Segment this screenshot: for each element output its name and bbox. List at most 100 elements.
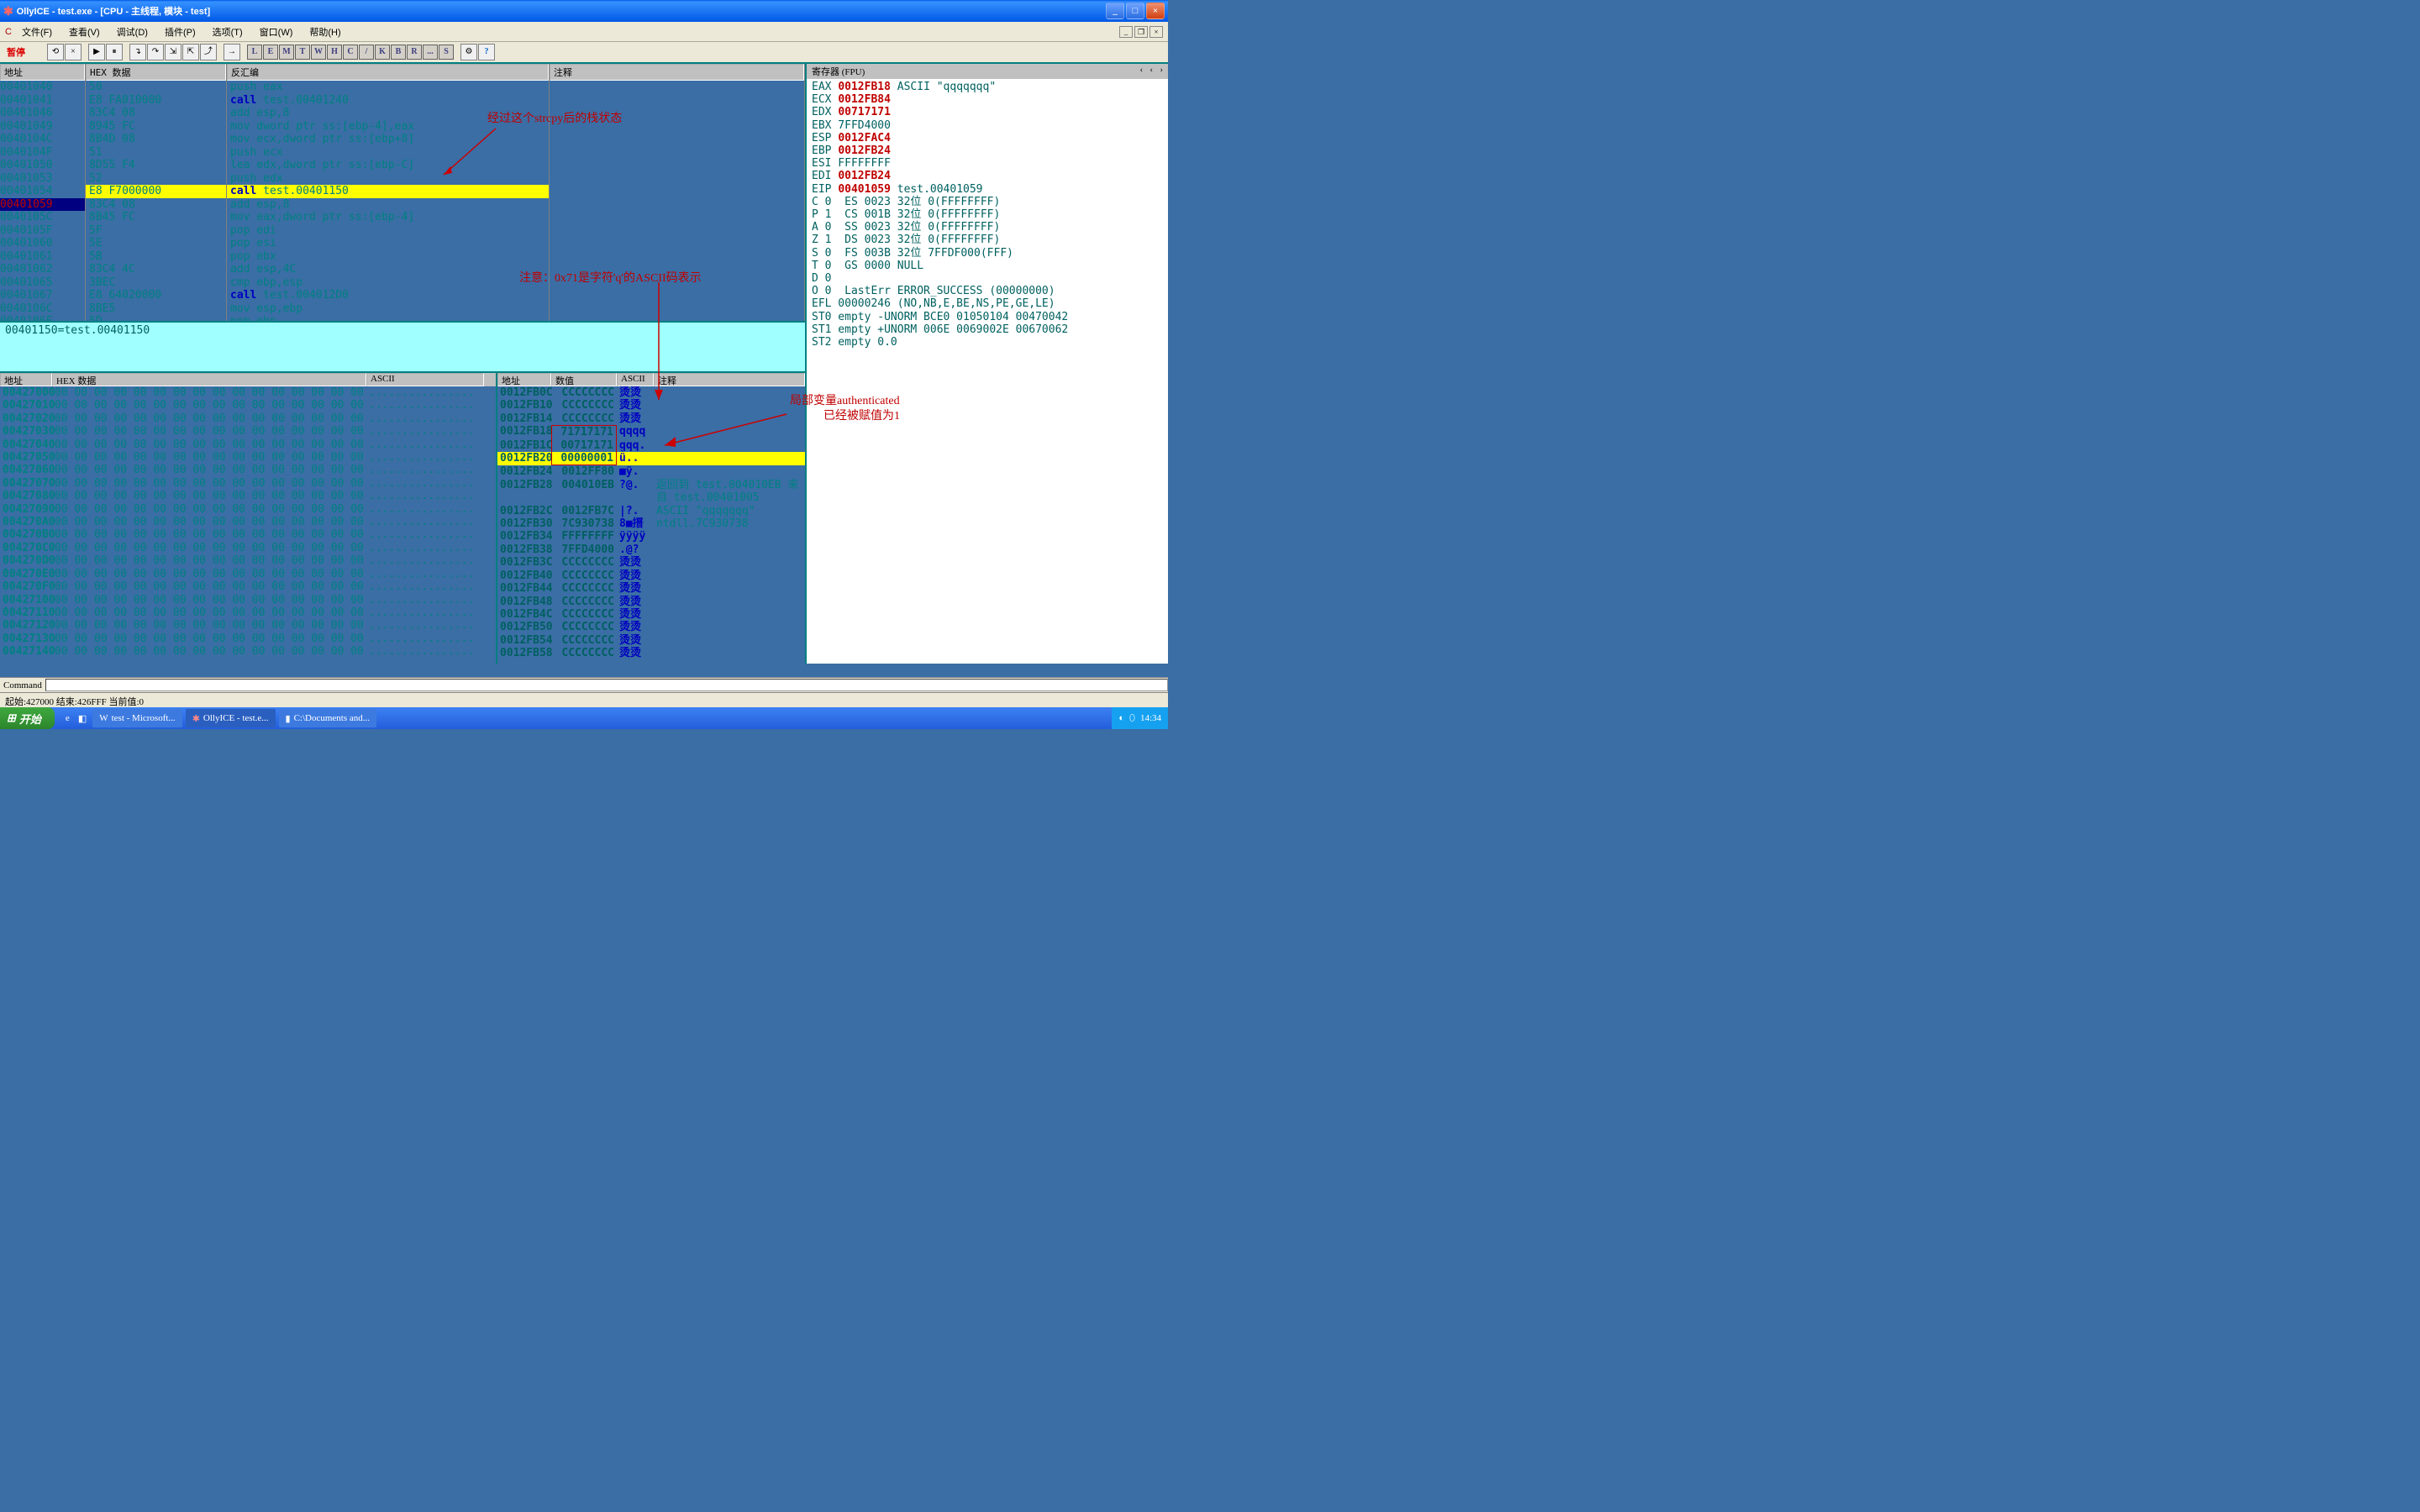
disasm-addr[interactable]: 00401065 [0, 276, 85, 290]
toolbar-letter-/[interactable]: / [359, 45, 374, 60]
mdi-icon[interactable]: C [5, 27, 12, 37]
register-line[interactable]: EAX 0012FB18 ASCII "qqqqqqq" [812, 81, 1163, 93]
mdi-close-button[interactable]: × [1150, 26, 1163, 38]
disasm-addr[interactable]: 0040105F [0, 224, 85, 238]
disasm-addr[interactable]: 0040104F [0, 146, 85, 160]
dump-row[interactable]: 0042712000 00 00 00 00 00 00 00 00 00 00… [0, 619, 496, 632]
stack-header-address[interactable]: 地址 [497, 373, 551, 386]
menu-options[interactable]: 选项(T) [206, 24, 250, 40]
dump-row[interactable]: 004270A000 00 00 00 00 00 00 00 00 00 00… [0, 516, 496, 528]
disasm-addr[interactable]: 0040104C [0, 133, 85, 146]
disasm-instruction[interactable]: call test.00401240 [227, 94, 549, 108]
stack-row[interactable]: 0012FB44CCCCCCCC烫烫 [497, 582, 805, 595]
dump-row[interactable]: 0042709000 00 00 00 00 00 00 00 00 00 00… [0, 503, 496, 516]
toolbar-letter-T[interactable]: T [295, 45, 310, 60]
stack-row[interactable]: 0012FB50CCCCCCCC烫烫 [497, 621, 805, 633]
register-line[interactable]: ESI FFFFFFFF [812, 157, 1163, 170]
dump-row[interactable]: 004270B000 00 00 00 00 00 00 00 00 00 00… [0, 528, 496, 541]
toolbar-letter-...[interactable]: ... [423, 45, 438, 60]
stack-row[interactable]: 0012FB54CCCCCCCC烫烫 [497, 634, 805, 647]
toolbar-stepinto-button[interactable]: ↴ [129, 44, 146, 60]
disasm-hex[interactable]: 3BEC [86, 276, 226, 290]
disasm-header-disassembly[interactable]: 反汇编 [227, 64, 549, 81]
disasm-addr[interactable]: 00401050 [0, 159, 85, 172]
disasm-hex[interactable]: 5F [86, 224, 226, 238]
register-line[interactable]: D 0 [812, 272, 1163, 285]
dump-header-address[interactable]: 地址 [0, 373, 52, 386]
disasm-instruction[interactable]: mov ecx,dword ptr ss:[ebp+8] [227, 133, 549, 146]
dump-row[interactable]: 0042704000 00 00 00 00 00 00 00 00 00 00… [0, 438, 496, 451]
disasm-addr[interactable]: 00401054 [0, 185, 85, 198]
dump-row[interactable]: 0042701000 00 00 00 00 00 00 00 00 00 00… [0, 399, 496, 412]
toolbar-letter-C[interactable]: C [343, 45, 358, 60]
stack-row[interactable]: 0012FB240012FF80■ÿ. [497, 465, 805, 478]
system-tray[interactable]: ◐ ⬯ 14:34 [1112, 707, 1168, 729]
dump-header-hex[interactable]: HEX 数据 [52, 373, 366, 386]
stack-row[interactable]: 0012FB40CCCCCCCC烫烫 [497, 570, 805, 582]
disasm-hex[interactable]: 51 [86, 146, 226, 160]
dump-row[interactable]: 0042705000 00 00 00 00 00 00 00 00 00 00… [0, 451, 496, 464]
disasm-instruction[interactable]: mov esp,ebp [227, 302, 549, 316]
disasm-addr[interactable]: 00401053 [0, 172, 85, 186]
stack-row[interactable]: 0012FB14CCCCCCCC烫烫 [497, 412, 805, 425]
quicklaunch-ie-icon[interactable]: e [63, 709, 72, 727]
dump-row[interactable]: 0042703000 00 00 00 00 00 00 00 00 00 00… [0, 425, 496, 438]
register-line[interactable]: ESP 0012FAC4 [812, 132, 1163, 144]
disasm-hex[interactable]: 83C4 4C [86, 263, 226, 276]
register-line[interactable]: Z 1 DS 0023 32位 0(FFFFFFFF) [812, 234, 1163, 246]
stack-header-comment[interactable]: 注释 [654, 373, 805, 386]
command-input[interactable] [45, 679, 1168, 691]
stack-row[interactable]: 0012FB28004010EB?@.返回到 test.004010EB 来自 … [497, 479, 805, 505]
menu-plugins[interactable]: 插件(P) [158, 24, 203, 40]
dump-row[interactable]: 004270D000 00 00 00 00 00 00 00 00 00 00… [0, 554, 496, 567]
toolbar-help-button[interactable]: ? [478, 44, 495, 60]
disasm-hex[interactable]: 5B [86, 250, 226, 264]
disasm-instruction[interactable]: push ecx [227, 146, 549, 160]
disasm-hex[interactable]: 83C4 08 [86, 107, 226, 120]
register-line[interactable]: EBX 7FFD4000 [812, 119, 1163, 132]
toolbar-letter-B[interactable]: B [391, 45, 406, 60]
toolbar-letter-L[interactable]: L [247, 45, 262, 60]
toolbar-traceinto-button[interactable]: ⇲ [165, 44, 182, 60]
disasm-addr[interactable]: 00401046 [0, 107, 85, 120]
disasm-addr[interactable]: 0040106E [0, 315, 85, 321]
stack-row[interactable]: 0012FB1871717171qqqq [497, 425, 805, 438]
dump-row[interactable]: 0042708000 00 00 00 00 00 00 00 00 00 00… [0, 490, 496, 502]
close-button[interactable]: × [1146, 3, 1165, 19]
disasm-instruction[interactable]: add esp,8 [227, 198, 549, 212]
disasm-instruction[interactable]: pop edi [227, 224, 549, 238]
register-line[interactable]: EIP 00401059 test.00401059 [812, 183, 1163, 196]
disasm-header-hex[interactable]: HEX 数据 [86, 64, 226, 81]
disasm-hex[interactable]: E8 FA010000 [86, 94, 226, 108]
dump-row[interactable]: 0042707000 00 00 00 00 00 00 00 00 00 00… [0, 477, 496, 490]
disasm-instruction[interactable]: call test.004012D0 [227, 289, 549, 302]
register-line[interactable]: EBP 0012FB24 [812, 144, 1163, 157]
menu-view[interactable]: 查看(V) [62, 24, 107, 40]
disasm-instruction[interactable]: mov dword ptr ss:[ebp-4],eax [227, 120, 549, 134]
register-line[interactable]: T 0 GS 0000 NULL [812, 260, 1163, 272]
disasm-addr[interactable]: 00401040 [0, 81, 85, 94]
toolbar-run-button[interactable]: ▶ [88, 44, 105, 60]
toolbar-goto-button[interactable]: → [224, 44, 240, 60]
dump-row[interactable]: 004270C000 00 00 00 00 00 00 00 00 00 00… [0, 542, 496, 554]
disasm-instruction[interactable]: pop ebp [227, 315, 549, 321]
disasm-addr[interactable]: 0040105C [0, 211, 85, 224]
disasm-hex[interactable]: E8 64020000 [86, 289, 226, 302]
disasm-instruction[interactable]: mov eax,dword ptr ss:[ebp-4] [227, 211, 549, 224]
dump-row[interactable]: 0042711000 00 00 00 00 00 00 00 00 00 00… [0, 606, 496, 619]
disasm-hex[interactable]: 83C4 08 [86, 198, 226, 212]
disasm-instruction[interactable]: call test.00401150 [227, 185, 549, 198]
disasm-instruction[interactable]: pop esi [227, 237, 549, 250]
stack-row[interactable]: 0012FB2000000001ǜ.. [497, 452, 805, 465]
dump-row[interactable]: 0042702000 00 00 00 00 00 00 00 00 00 00… [0, 412, 496, 425]
stack-header-value[interactable]: 数值 [551, 373, 617, 386]
disasm-addr[interactable]: 0040106C [0, 302, 85, 316]
register-line[interactable]: A 0 SS 0023 32位 0(FFFFFFFF) [812, 221, 1163, 234]
disasm-hex[interactable]: 8B45 FC [86, 211, 226, 224]
disasm-hex[interactable]: 5E [86, 237, 226, 250]
disasm-addr[interactable]: 00401059 [0, 198, 85, 212]
tray-icon[interactable]: ◐ [1118, 713, 1124, 723]
toolbar-options-button[interactable]: ⚙ [460, 44, 477, 60]
register-line[interactable]: ST0 empty -UNORM BCE0 01050104 00470042 [812, 311, 1163, 323]
minimize-button[interactable]: _ [1106, 3, 1124, 19]
